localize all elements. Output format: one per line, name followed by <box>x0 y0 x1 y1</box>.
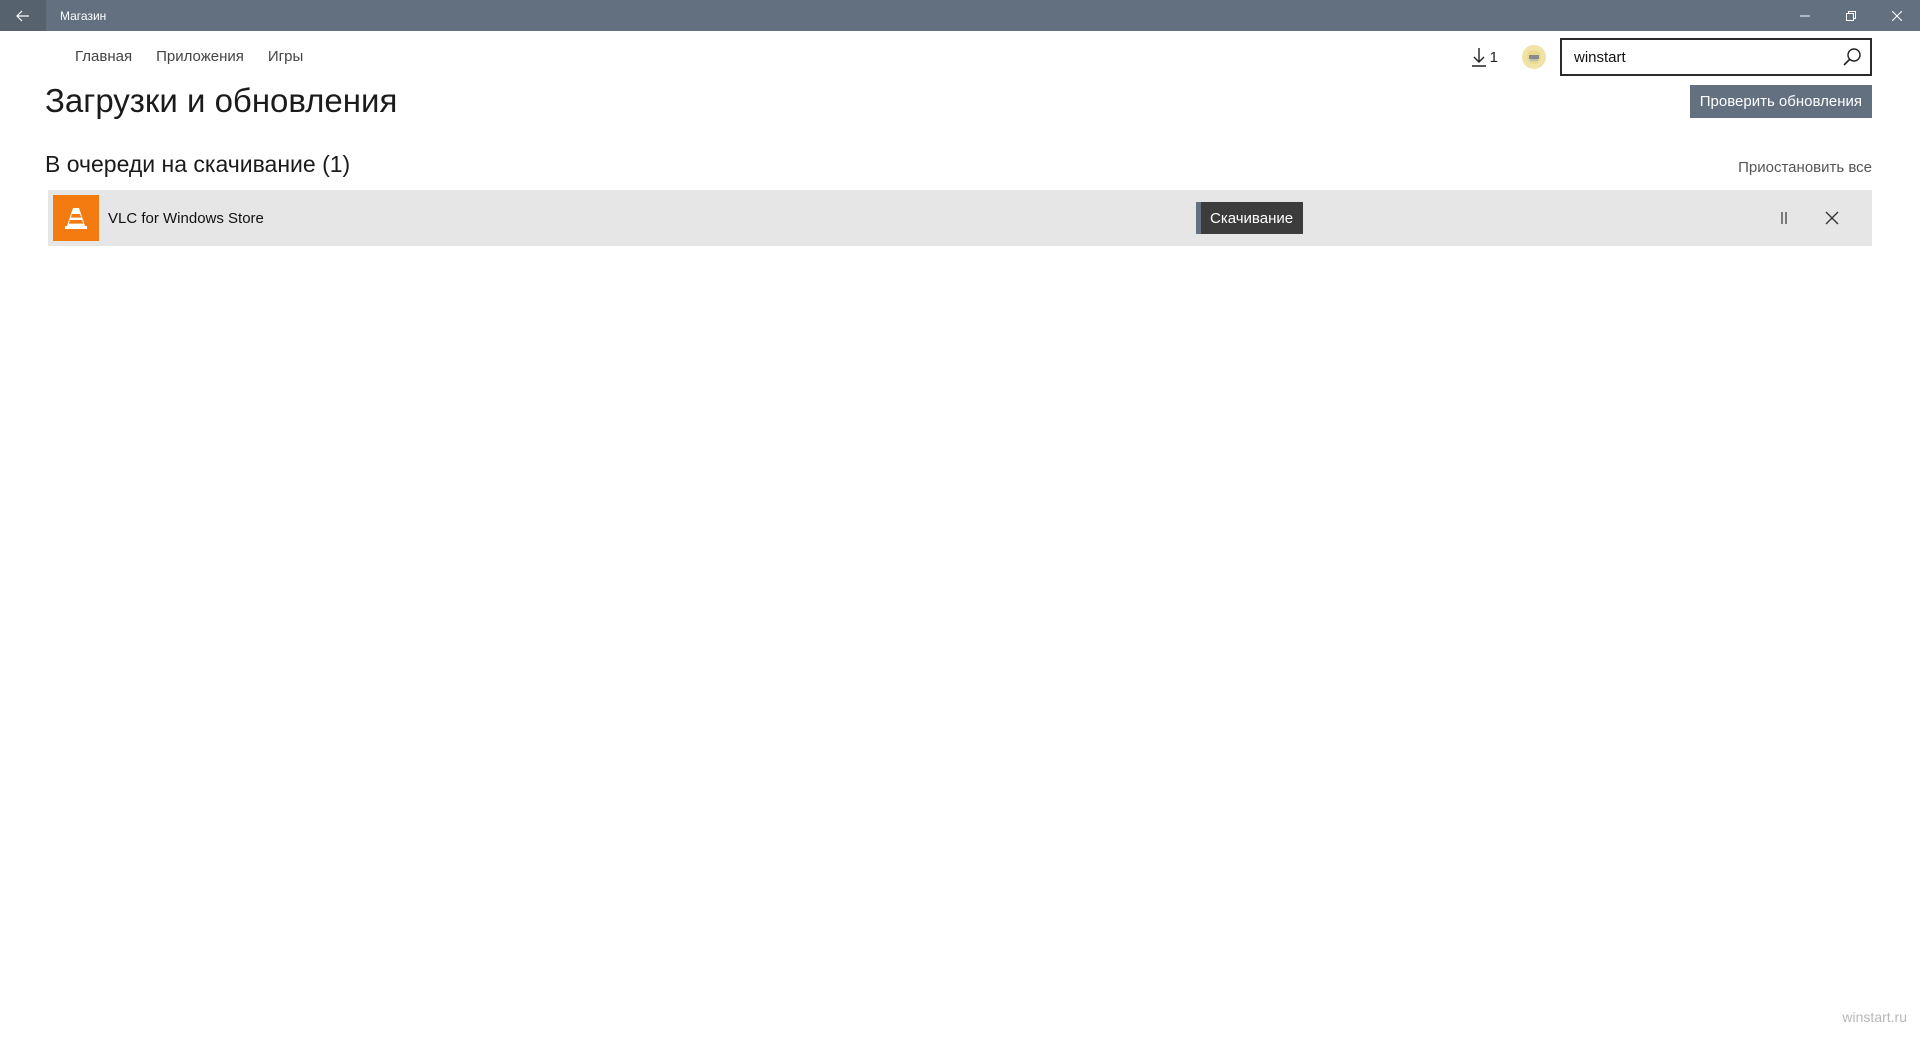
restore-icon <box>1846 10 1856 21</box>
nav-item-apps[interactable]: Приложения <box>156 48 244 65</box>
search-button[interactable] <box>1834 40 1870 74</box>
search-icon <box>1843 48 1861 66</box>
vlc-cone-icon <box>65 208 87 229</box>
watermark: winstart.ru <box>1842 1009 1907 1025</box>
close-window-button[interactable] <box>1874 0 1920 31</box>
app-tile <box>53 195 99 241</box>
close-icon <box>1825 211 1839 225</box>
avatar[interactable] <box>1522 45 1546 69</box>
top-nav: Главная Приложения Игры <box>75 48 303 65</box>
back-button[interactable] <box>0 0 46 31</box>
title-bar: Магазин <box>0 0 1920 31</box>
nav-item-home[interactable]: Главная <box>75 48 132 65</box>
queue-section-title: В очереди на скачивание (1) <box>45 151 351 177</box>
nav-item-games[interactable]: Игры <box>268 48 303 65</box>
downloads-button[interactable]: 1 <box>1471 47 1498 67</box>
search-box <box>1560 38 1872 76</box>
queue-item[interactable]: VLC for Windows Store Скачивание <box>48 190 1872 246</box>
pause-button[interactable] <box>1760 194 1808 242</box>
search-input[interactable] <box>1572 47 1834 67</box>
toolbar: 1 <box>1471 38 1872 76</box>
status-label: Скачивание <box>1210 209 1294 227</box>
minimize-icon <box>1800 15 1810 16</box>
minimize-button[interactable] <box>1782 0 1828 31</box>
arrow-left-icon <box>16 10 29 21</box>
window-controls <box>1782 0 1920 31</box>
page-title: Загрузки и обновления <box>45 82 398 119</box>
pause-all-link[interactable]: Приостановить все <box>1738 159 1872 176</box>
app-name: VLC for Windows Store <box>108 209 264 227</box>
check-updates-button[interactable]: Проверить обновления <box>1689 85 1872 118</box>
restore-button[interactable] <box>1828 0 1874 31</box>
window-title: Магазин <box>60 8 107 23</box>
status-badge: Скачивание <box>1196 202 1304 234</box>
pause-icon <box>1781 212 1787 224</box>
close-icon <box>1892 10 1902 21</box>
cancel-button[interactable] <box>1808 194 1856 242</box>
download-icon <box>1471 48 1486 67</box>
user-avatar-icon <box>1527 50 1541 64</box>
downloads-count: 1 <box>1489 48 1498 66</box>
row-actions <box>1760 190 1856 246</box>
